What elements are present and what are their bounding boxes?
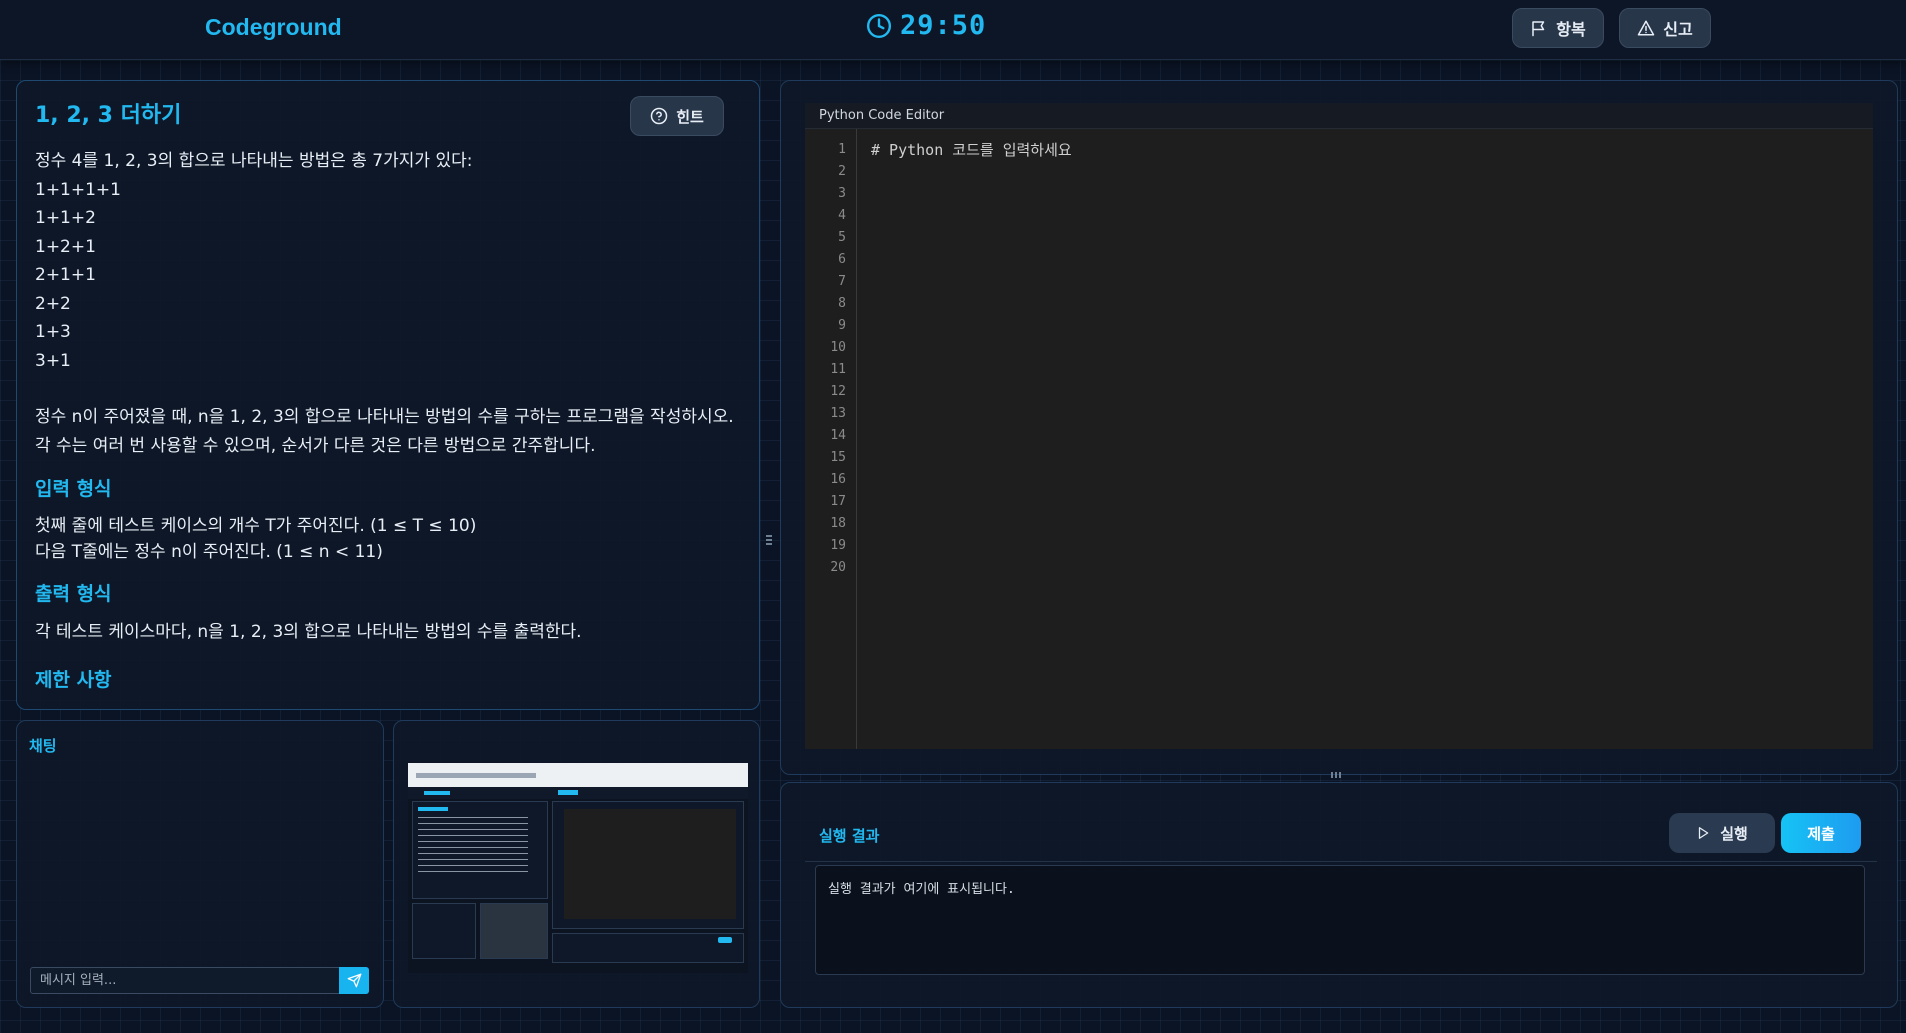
editor-panel: Python Code Editor 1 2 3 4 5 6 7 8 9 10 … <box>780 80 1898 775</box>
line-number: 15 <box>830 450 846 465</box>
output-heading: 출력 형식 <box>35 583 112 605</box>
warning-icon <box>1638 20 1655 36</box>
example-line: 1+1+1+1 <box>35 179 121 200</box>
problem-content[interactable]: 1, 2, 3 더하기 정수 4를 1, 2, 3의 합으로 나타내는 방법은 … <box>35 97 739 691</box>
line-number: 14 <box>830 428 846 443</box>
screen-share-panel <box>393 720 760 1008</box>
example-line: 1+2+1 <box>35 236 96 257</box>
submit-label: 제출 <box>1807 824 1835 843</box>
top-bar: Codeground 29:50 항복 신고 <box>0 0 1906 60</box>
line-number: 17 <box>830 494 846 509</box>
flag-icon <box>1532 21 1545 37</box>
line-number: 12 <box>830 384 846 399</box>
screen-share-preview <box>408 763 748 973</box>
description-line: 각 수는 여러 번 사용할 수 있으며, 순서가 다른 것은 다른 방법으로 간… <box>35 435 596 456</box>
chat-title: 채팅 <box>29 737 57 755</box>
code-editor[interactable]: 1 2 3 4 5 6 7 8 9 10 11 12 13 14 15 16 1… <box>805 129 1873 749</box>
timer-value: 29:50 <box>900 10 987 41</box>
hint-label: 힌트 <box>676 107 704 126</box>
result-title: 실행 결과 <box>819 827 880 845</box>
example-line: 3+1 <box>35 350 71 371</box>
line-number: 3 <box>838 186 846 201</box>
code-content[interactable]: # Python 코드를 입력하세요 <box>857 129 1072 749</box>
line-number: 11 <box>830 362 846 377</box>
description-line: 정수 n이 주어졌을 때, n을 1, 2, 3의 합으로 나타내는 방법의 수… <box>35 407 734 427</box>
run-label: 실행 <box>1720 824 1748 843</box>
submit-button[interactable]: 제출 <box>1781 813 1861 853</box>
output-line: 각 테스트 케이스마다, n을 1, 2, 3의 합으로 나타내는 방법의 수를… <box>35 622 582 642</box>
line-number: 1 <box>838 142 846 157</box>
chat-message-input[interactable] <box>30 967 340 994</box>
code-line[interactable]: # Python 코드를 입력하세요 <box>871 139 1072 161</box>
report-label: 신고 <box>1663 20 1693 39</box>
example-line: 1+3 <box>35 322 71 342</box>
input-description: 첫째 줄에 테스트 케이스의 개수 T가 주어진다. (1 ≤ T ≤ 10) … <box>35 513 739 565</box>
line-number: 20 <box>830 560 846 575</box>
line-number: 10 <box>830 340 846 355</box>
vertical-resize-handle[interactable] <box>764 530 774 550</box>
line-number: 4 <box>838 208 846 223</box>
divider <box>805 861 1877 862</box>
example-line: 1+1+2 <box>35 208 96 228</box>
line-number: 5 <box>838 230 846 245</box>
result-output: 실행 결과가 여기에 표시됩니다. <box>815 865 1865 975</box>
line-number: 2 <box>838 164 846 179</box>
line-number: 13 <box>830 406 846 421</box>
surrender-button[interactable]: 항복 <box>1512 8 1604 48</box>
report-button[interactable]: 신고 <box>1619 8 1711 48</box>
example-line: 2+2 <box>35 293 71 314</box>
editor-title: Python Code Editor <box>805 103 1873 129</box>
result-panel: 실행 결과 실행 제출 실행 결과가 여기에 표시됩니다. <box>780 782 1898 1008</box>
problem-intro: 정수 4를 1, 2, 3의 합으로 나타내는 방법은 총 7가지가 있다: <box>35 151 473 171</box>
send-button[interactable] <box>339 967 369 994</box>
line-number: 18 <box>830 516 846 531</box>
surrender-label: 항복 <box>1556 20 1586 39</box>
constraints-heading: 제한 사항 <box>35 668 112 691</box>
timer: 29:50 <box>866 10 986 41</box>
play-icon <box>1699 827 1709 839</box>
send-icon <box>347 973 361 988</box>
chat-panel: 채팅 <box>16 720 384 1008</box>
line-number: 6 <box>838 252 846 267</box>
horizontal-resize-handle[interactable] <box>1328 771 1344 779</box>
input-heading: 입력 형식 <box>35 478 112 500</box>
clock-icon <box>866 13 892 38</box>
result-output-text: 실행 결과가 여기에 표시됩니다. <box>828 882 1015 897</box>
example-line: 2+1+1 <box>35 265 96 285</box>
line-number: 16 <box>830 472 846 487</box>
line-number: 19 <box>830 538 846 553</box>
input-line: 첫째 줄에 테스트 케이스의 개수 T가 주어진다. (1 ≤ T ≤ 10) <box>35 516 477 536</box>
line-number: 8 <box>838 296 846 311</box>
app-logo: Codeground <box>205 14 342 40</box>
line-number: 7 <box>838 274 846 289</box>
line-number: 9 <box>838 318 846 333</box>
problem-panel: 1, 2, 3 더하기 정수 4를 1, 2, 3의 합으로 나타내는 방법은 … <box>16 80 760 710</box>
hint-button[interactable]: 힌트 <box>630 96 724 136</box>
run-button[interactable]: 실행 <box>1669 813 1775 853</box>
problem-body: 정수 4를 1, 2, 3의 합으로 나타내는 방법은 총 7가지가 있다: 1… <box>35 147 739 460</box>
line-number-gutter: 1 2 3 4 5 6 7 8 9 10 11 12 13 14 15 16 1… <box>805 129 857 749</box>
help-circle-icon <box>650 107 668 125</box>
input-line: 다음 T줄에는 정수 n이 주어진다. (1 ≤ n < 11) <box>35 542 383 562</box>
